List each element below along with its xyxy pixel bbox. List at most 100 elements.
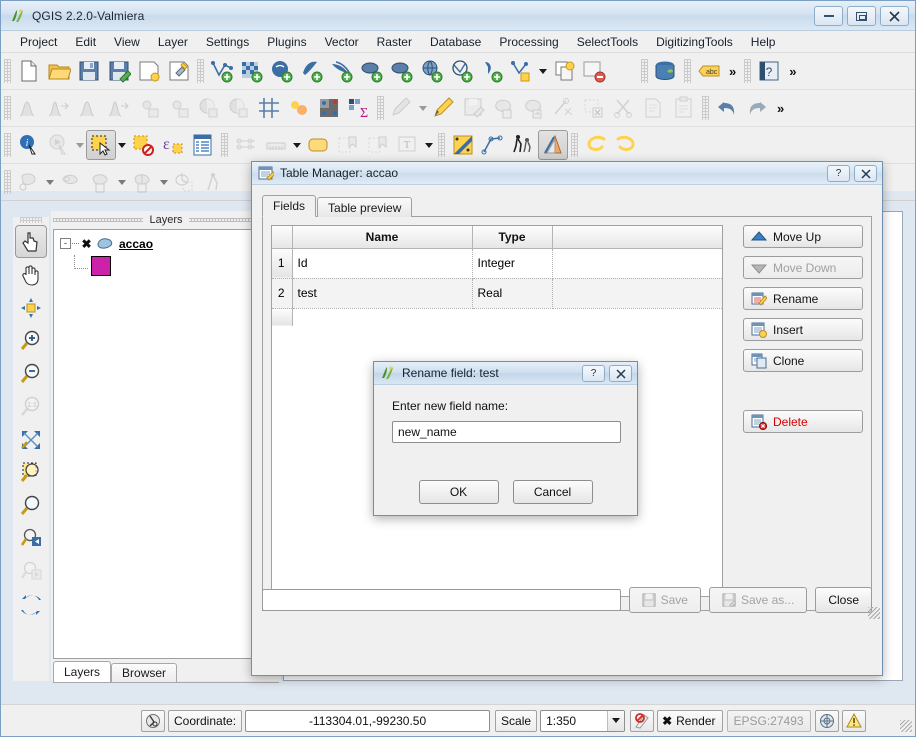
toolbar-handle[interactable]: [4, 133, 11, 157]
select-by-expression-icon[interactable]: ε: [158, 130, 188, 160]
split-feature-icon[interactable]: [56, 167, 86, 197]
zoom-next-icon[interactable]: [15, 555, 47, 588]
contrast-up-icon[interactable]: [194, 93, 224, 123]
rotate-feature-icon[interactable]: [14, 167, 44, 197]
menu-layer[interactable]: Layer: [149, 32, 197, 52]
toolbar-overflow-button[interactable]: »: [772, 101, 789, 116]
menu-plugins[interactable]: Plugins: [258, 32, 315, 52]
column-header-type[interactable]: Type: [472, 226, 553, 249]
new-memory-layer-icon[interactable]: [549, 56, 579, 86]
toolbar-handle[interactable]: [438, 133, 445, 157]
resize-grip[interactable]: [868, 607, 880, 619]
abc-label-icon[interactable]: abc: [694, 56, 724, 86]
menu-database[interactable]: Database: [421, 32, 490, 52]
new-field-name-input[interactable]: new_name: [392, 421, 621, 443]
tab-table-preview[interactable]: Table preview: [317, 197, 413, 217]
table-row[interactable]: 1 Id Integer: [272, 248, 722, 279]
menu-settings[interactable]: Settings: [197, 32, 258, 52]
save-layer-edits-icon[interactable]: [459, 93, 489, 123]
close-dialog-button[interactable]: Close: [815, 587, 872, 613]
pan-to-selection-icon[interactable]: [15, 291, 47, 324]
add-mssql-layer-icon[interactable]: [327, 56, 357, 86]
save-button[interactable]: Save: [628, 587, 701, 613]
measure-area-icon[interactable]: [261, 130, 291, 160]
menu-digitizingtools[interactable]: DigitizingTools: [647, 32, 742, 52]
delete-selected-icon[interactable]: [579, 93, 609, 123]
layer-name-label[interactable]: accao: [119, 237, 153, 251]
chevron-down-icon[interactable]: [537, 56, 549, 86]
add-vector-layer-icon[interactable]: [207, 56, 237, 86]
render-checkbox[interactable]: ✖ Render: [657, 709, 723, 732]
redo-icon[interactable]: [742, 93, 772, 123]
add-wcs-layer-icon[interactable]: [417, 56, 447, 86]
expander-icon[interactable]: -: [60, 238, 71, 249]
add-feature-icon[interactable]: [489, 93, 519, 123]
toolbar-handle[interactable]: [641, 59, 648, 83]
toolbar-handle[interactable]: [221, 133, 228, 157]
help-button[interactable]: ?: [582, 365, 605, 382]
chevron-down-icon[interactable]: [116, 130, 128, 160]
output-path-input[interactable]: [262, 589, 621, 611]
column-header-name[interactable]: Name: [292, 226, 473, 249]
cut-features-icon[interactable]: [609, 93, 639, 123]
add-postgis-layer-icon[interactable]: [267, 56, 297, 86]
menu-help[interactable]: Help: [742, 32, 785, 52]
text-annotation-icon[interactable]: T: [393, 130, 423, 160]
copy-features-icon[interactable]: [639, 93, 669, 123]
toolbar-overflow-button[interactable]: »: [724, 64, 741, 79]
chevron-down-icon[interactable]: [417, 93, 429, 123]
menu-vector[interactable]: Vector: [316, 32, 368, 52]
table-row[interactable]: 2 test Real: [272, 278, 722, 309]
move-down-button[interactable]: Move Down: [743, 256, 863, 279]
measure-line-icon[interactable]: [231, 130, 261, 160]
paste-features-icon[interactable]: [669, 93, 699, 123]
pan-map-icon[interactable]: [15, 258, 47, 291]
resize-grip[interactable]: [900, 720, 912, 732]
menu-raster[interactable]: Raster: [368, 32, 421, 52]
brightness-up-icon[interactable]: [134, 93, 164, 123]
toolbar-handle[interactable]: [4, 170, 11, 194]
move-up-button[interactable]: Move Up: [743, 225, 863, 248]
close-icon[interactable]: [609, 365, 632, 382]
statistics-icon[interactable]: Σ: [344, 93, 374, 123]
style-manager-icon[interactable]: [448, 130, 478, 160]
manage-layers-2-icon[interactable]: [104, 93, 134, 123]
cell-field-type[interactable]: Integer: [472, 248, 553, 279]
chevron-down-icon[interactable]: [116, 167, 128, 197]
close-button[interactable]: [880, 6, 909, 26]
person-icon[interactable]: [508, 130, 538, 160]
scale-combo[interactable]: 1:350: [540, 709, 626, 732]
add-wfs-layer-icon[interactable]: [447, 56, 477, 86]
new-shapefile-layer-icon[interactable]: [507, 56, 537, 86]
crs-icon[interactable]: [814, 709, 839, 732]
deselect-features-icon[interactable]: [128, 130, 158, 160]
undo-icon[interactable]: [712, 93, 742, 123]
grid-icon[interactable]: [254, 93, 284, 123]
layer-visibility-checkbox[interactable]: ✖: [80, 237, 93, 251]
help-icon[interactable]: ?: [754, 56, 784, 86]
cell-field-type[interactable]: Real: [472, 278, 553, 309]
menu-selecttools[interactable]: SelectTools: [568, 32, 647, 52]
cancel-button[interactable]: Cancel: [512, 480, 593, 504]
cell-field-name[interactable]: Id: [292, 248, 473, 279]
add-raster-layer-icon[interactable]: [237, 56, 267, 86]
rename-button[interactable]: Rename: [743, 287, 863, 310]
brightness-down-icon[interactable]: [164, 93, 194, 123]
identify-features-icon[interactable]: i: [14, 130, 44, 160]
toolbar-handle[interactable]: [377, 96, 384, 120]
node-tool-icon[interactable]: [549, 93, 579, 123]
chevron-down-icon[interactable]: [423, 130, 435, 160]
ok-button[interactable]: OK: [418, 480, 499, 504]
move-feature-icon[interactable]: [519, 93, 549, 123]
show-bookmarks-icon[interactable]: [363, 130, 393, 160]
zoom-out-icon[interactable]: [15, 357, 47, 390]
chevron-down-icon[interactable]: [44, 167, 56, 197]
toolbar-handle[interactable]: [4, 96, 11, 120]
zoom-full-icon[interactable]: [15, 423, 47, 456]
hist-icon[interactable]: [14, 93, 44, 123]
new-project-icon[interactable]: [14, 56, 44, 86]
open-project-icon[interactable]: [44, 56, 74, 86]
toolbar-handle[interactable]: [684, 59, 691, 83]
rotate-point-symbols-icon[interactable]: [170, 167, 200, 197]
toolbar-handle[interactable]: [744, 59, 752, 83]
